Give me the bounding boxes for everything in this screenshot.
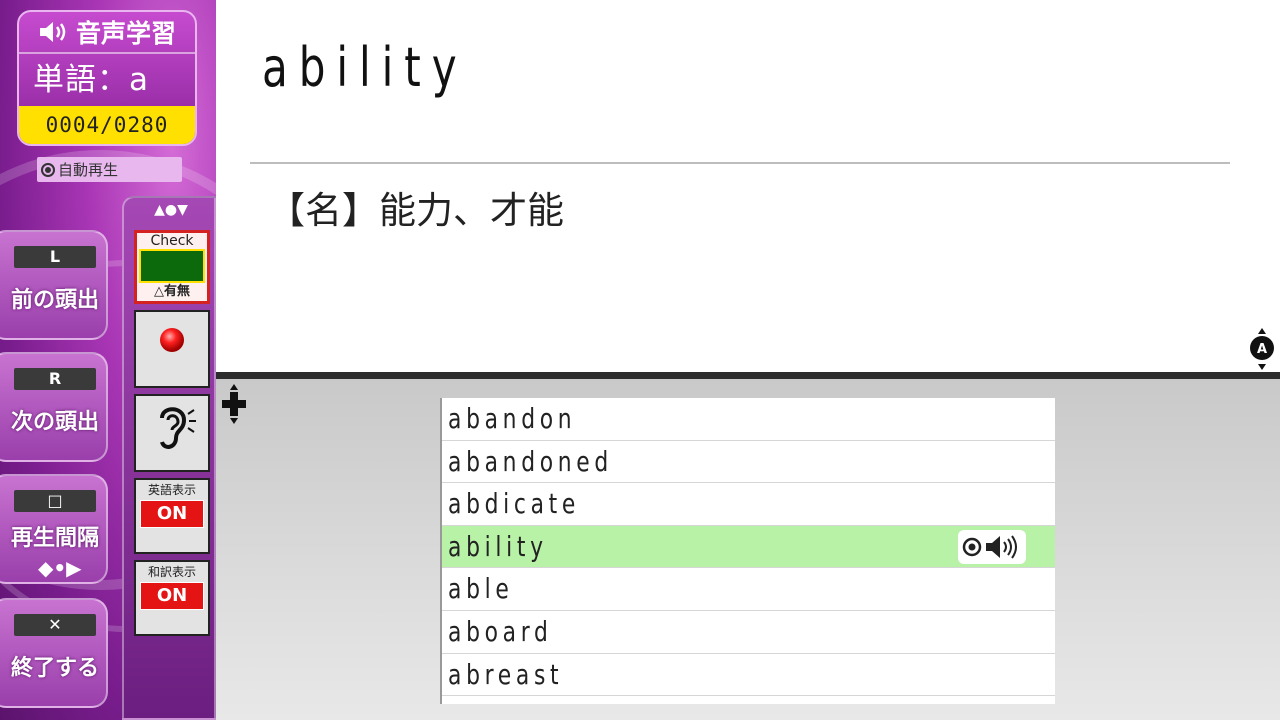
autoplay-toggle[interactable]: 自動再生 <box>37 157 182 182</box>
list-item[interactable]: aboard <box>442 611 1055 654</box>
list-item[interactable]: abandon <box>442 398 1055 441</box>
a-button-scroll-icon[interactable]: A <box>1247 328 1277 374</box>
next-cue-button[interactable]: R 次の頭出 <box>0 352 108 462</box>
scroll-updown-icon[interactable]: ▲●▼ <box>124 202 216 218</box>
word-group-label: 単語：a <box>33 62 149 98</box>
quit-label: 終了する <box>10 656 99 681</box>
play-interval-label: 再生間隔 <box>10 526 99 551</box>
japanese-display-toggle[interactable]: 和訳表示 ON <box>134 560 210 636</box>
japanese-display-label: 和訳表示 <box>147 565 196 579</box>
dpad-icon <box>222 384 246 428</box>
list-item[interactable]: abdicate <box>442 483 1055 526</box>
cross-key-label: ✕ <box>14 614 96 636</box>
english-display-label: 英語表示 <box>147 483 196 497</box>
check-toggle-label: △有無 <box>154 284 190 299</box>
word-list: abandon abandoned abdicate ability able … <box>440 398 1055 704</box>
japanese-display-state: ON <box>140 582 204 610</box>
next-cue-label: 次の頭出 <box>10 410 99 435</box>
list-item[interactable]: abreast <box>442 654 1055 697</box>
tool-strip: ▲●▼ Check △有無 英語表示 ON 和訳表示 ON <box>122 196 216 720</box>
left-control-panel: 音声学習 単語：a 0004/0280 自動再生 L 前の頭出 R 次の頭出 □… <box>0 0 216 720</box>
english-display-state: ON <box>140 500 204 528</box>
english-display-toggle[interactable]: 英語表示 ON <box>134 478 210 554</box>
divider <box>250 162 1230 164</box>
definition: 【名】能力、才能 <box>268 189 564 232</box>
l-key-label: L <box>14 246 96 268</box>
prev-cue-button[interactable]: L 前の頭出 <box>0 230 108 340</box>
square-key-label: □ <box>14 490 96 512</box>
speaker-icon <box>38 20 70 44</box>
interval-arrows-icon: ◆•▶ <box>38 556 82 580</box>
check-indicator <box>139 249 205 283</box>
word-counter: 0004/0280 <box>19 106 195 144</box>
ear-icon <box>160 407 196 449</box>
list-item-selected[interactable]: ability <box>442 525 1055 569</box>
record-button[interactable] <box>134 310 210 388</box>
mode-title: 音声学習 <box>75 19 176 48</box>
mode-title-box: 音声学習 単語：a 0004/0280 <box>17 10 197 146</box>
quit-button[interactable]: ✕ 終了する <box>0 598 108 708</box>
record-icon <box>160 328 184 352</box>
list-item[interactable]: abandoned <box>442 441 1055 484</box>
listen-button[interactable] <box>134 394 210 472</box>
radio-icon <box>41 162 55 177</box>
list-item[interactable]: able <box>442 568 1055 611</box>
r-key-label: R <box>14 368 96 390</box>
headword: ability <box>262 36 468 99</box>
play-audio-icon[interactable] <box>958 529 1026 564</box>
check-toggle[interactable]: Check △有無 <box>134 230 210 304</box>
play-interval-button[interactable]: □ 再生間隔 ◆•▶ <box>0 474 108 584</box>
autoplay-label: 自動再生 <box>58 161 119 179</box>
svg-text:A: A <box>1257 342 1267 357</box>
check-title: Check <box>150 233 194 249</box>
prev-cue-label: 前の頭出 <box>10 288 99 313</box>
